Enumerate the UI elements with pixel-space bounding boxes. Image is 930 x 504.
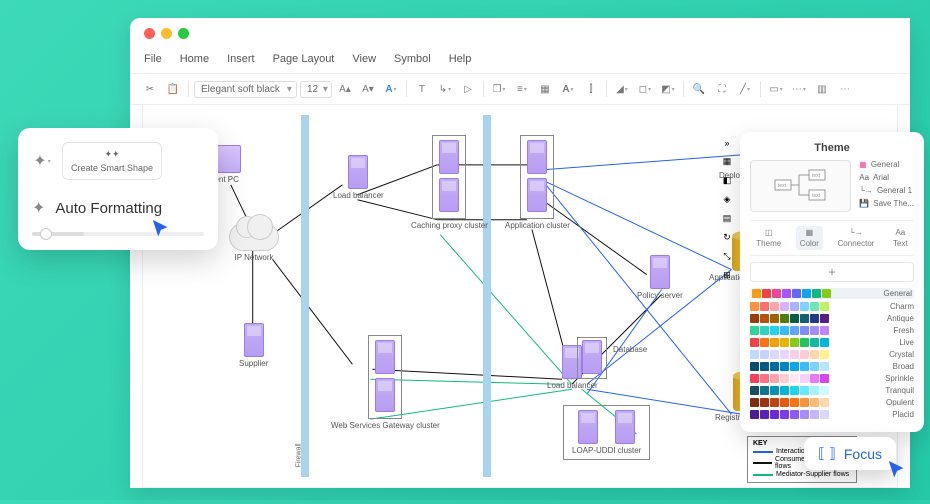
crop-icon[interactable]: ◩ (658, 79, 678, 99)
dash-icon[interactable]: ⋯ (789, 79, 809, 99)
group-icon[interactable]: ▦ (535, 79, 555, 99)
theme-opt-general[interactable]: ▦General (859, 160, 914, 169)
node-ip-network[interactable]: IP Network (229, 223, 279, 262)
menu-home[interactable]: Home (180, 53, 209, 65)
auto-formatting-button[interactable]: ✦ Auto Formatting (32, 194, 204, 222)
toolbar: ✂ 📋 Elegant soft black 12 A▴ A▾ A T ↳ ▷ … (130, 74, 910, 105)
zoom-icon[interactable]: 🔍 (689, 79, 709, 99)
layers-icon[interactable]: ❐ (489, 79, 509, 99)
minimize-icon[interactable] (161, 28, 172, 39)
menu-bar: File Home Insert Page Layout View Symbol… (130, 49, 910, 74)
firewall-label: Firewall (296, 443, 303, 467)
create-smart-shape-button[interactable]: ✦✦ Create Smart Shape (62, 142, 162, 180)
connector-icon[interactable]: ↳ (435, 79, 455, 99)
theme-opt-connector[interactable]: └→General 1 (859, 186, 914, 195)
svg-text:text: text (812, 173, 821, 179)
tab-color[interactable]: ▦Color (796, 226, 823, 250)
menu-symbol[interactable]: Symbol (394, 53, 431, 65)
font-size-select[interactable]: 12 (300, 81, 332, 98)
palette-sprinkle[interactable]: Sprinkle (750, 374, 914, 383)
cut-icon[interactable]: ✂ (140, 79, 160, 99)
rail-history-icon[interactable]: ↻ (723, 232, 731, 243)
menu-file[interactable]: File (144, 53, 162, 65)
svg-text:text: text (812, 193, 821, 199)
add-palette-button[interactable]: + (750, 262, 914, 282)
rail-layers-icon[interactable]: ◈ (724, 194, 731, 205)
node-database-label: Database (613, 345, 647, 354)
tab-theme[interactable]: ◫Theme (752, 226, 785, 250)
theme-opt-save[interactable]: 💾Save The... (859, 199, 914, 208)
menu-help[interactable]: Help (449, 53, 472, 65)
more-icon[interactable]: ⋯ (835, 79, 855, 99)
pointer-icon[interactable]: ▷ (458, 79, 478, 99)
node-load-balancer-1[interactable]: Load balancer (333, 155, 384, 200)
format-slider[interactable] (32, 232, 204, 236)
firewall-bar (301, 115, 309, 477)
sparkle-icon[interactable]: ✦ (32, 151, 52, 171)
node-ws-gateway[interactable]: Web Services Gateway cluster (331, 335, 440, 430)
rail-expand-icon[interactable]: » (724, 138, 729, 148)
theme-tabs: ◫Theme ▦Color └→Connector AaText (750, 220, 914, 256)
node-caching-proxy[interactable]: Caching proxy cluster (411, 135, 488, 230)
fit-icon[interactable]: ⛶ (712, 79, 732, 99)
auto-formatting-panel: ✦ ✦✦ Create Smart Shape ✦ Auto Formattin… (18, 128, 218, 250)
tab-connector[interactable]: └→Connector (834, 226, 879, 250)
stroke-icon[interactable]: ▭ (766, 79, 786, 99)
palette-placid[interactable]: Placid (750, 410, 914, 419)
text-align-icon[interactable]: A (558, 79, 578, 99)
palette-antique[interactable]: Antique (750, 314, 914, 323)
node-policy-server[interactable]: Policy server (637, 255, 683, 300)
text-icon[interactable]: T (412, 79, 432, 99)
theme-preview[interactable]: text text text (750, 160, 851, 212)
rail-props-icon[interactable]: ⊞ (723, 270, 731, 281)
line-style-icon[interactable]: ╱ (735, 79, 755, 99)
palette-broad[interactable]: Broad (750, 362, 914, 371)
page-icon[interactable]: ▥ (812, 79, 832, 99)
rail-theme-icon[interactable]: ▦ (723, 156, 732, 167)
palette-crystal[interactable]: Crystal (750, 350, 914, 359)
font-color-icon[interactable]: A (381, 79, 401, 99)
font-select[interactable]: Elegant soft black (194, 81, 297, 98)
shadow-icon[interactable]: ◻ (635, 79, 655, 99)
font-decrease-icon[interactable]: A▾ (358, 79, 378, 99)
tab-text[interactable]: AaText (889, 226, 912, 250)
theme-options: ▦General AaArial └→General 1 💾Save The..… (859, 160, 914, 212)
align-icon[interactable]: ≡ (512, 79, 532, 99)
menu-insert[interactable]: Insert (227, 53, 255, 65)
focus-button[interactable]: ⟦ ⟧ Focus (804, 437, 896, 470)
distribute-icon[interactable]: ⫿ (581, 79, 601, 99)
rail-expand2-icon[interactable]: ⤡ (723, 251, 730, 262)
theme-opt-font[interactable]: AaArial (859, 173, 914, 182)
window-controls (130, 18, 910, 49)
rail-page-icon[interactable]: ▤ (723, 213, 732, 224)
paste-icon[interactable]: 📋 (163, 79, 183, 99)
close-icon[interactable] (144, 28, 155, 39)
palette-live[interactable]: Live (750, 338, 914, 347)
theme-panel: » ▦ ◧ ◈ ▤ ↻ ⤡ ⊞ Theme texttexttext ▦Gene… (740, 132, 924, 432)
cursor-icon (150, 218, 172, 245)
palette-list: General Charm Antique Fresh Live Crystal Broad… (750, 288, 914, 419)
svg-text:text: text (778, 183, 787, 189)
menu-page-layout[interactable]: Page Layout (273, 53, 335, 65)
palette-charm[interactable]: Charm (750, 302, 914, 311)
menu-view[interactable]: View (352, 53, 376, 65)
theme-title: Theme (750, 142, 914, 154)
focus-icon: ⟦ ⟧ (818, 445, 836, 462)
node-supplier[interactable]: Supplier (239, 323, 268, 368)
palette-general[interactable]: General (750, 288, 914, 299)
cursor-icon (886, 459, 908, 486)
palette-opulent[interactable]: Opulent (750, 398, 914, 407)
node-application-cluster[interactable]: Application cluster (505, 135, 570, 230)
rail-style-icon[interactable]: ◧ (723, 175, 732, 186)
maximize-icon[interactable] (178, 28, 189, 39)
sparkle-icon: ✦ (32, 198, 45, 218)
smart-shape-icon: ✦✦ (104, 149, 119, 160)
palette-fresh[interactable]: Fresh (750, 326, 914, 335)
fill-icon[interactable]: ◢ (612, 79, 632, 99)
node-loap-uddi[interactable]: LOAP-UDDI cluster (563, 405, 650, 460)
font-increase-icon[interactable]: A▴ (335, 79, 355, 99)
palette-tranquil[interactable]: Tranquil (750, 386, 914, 395)
